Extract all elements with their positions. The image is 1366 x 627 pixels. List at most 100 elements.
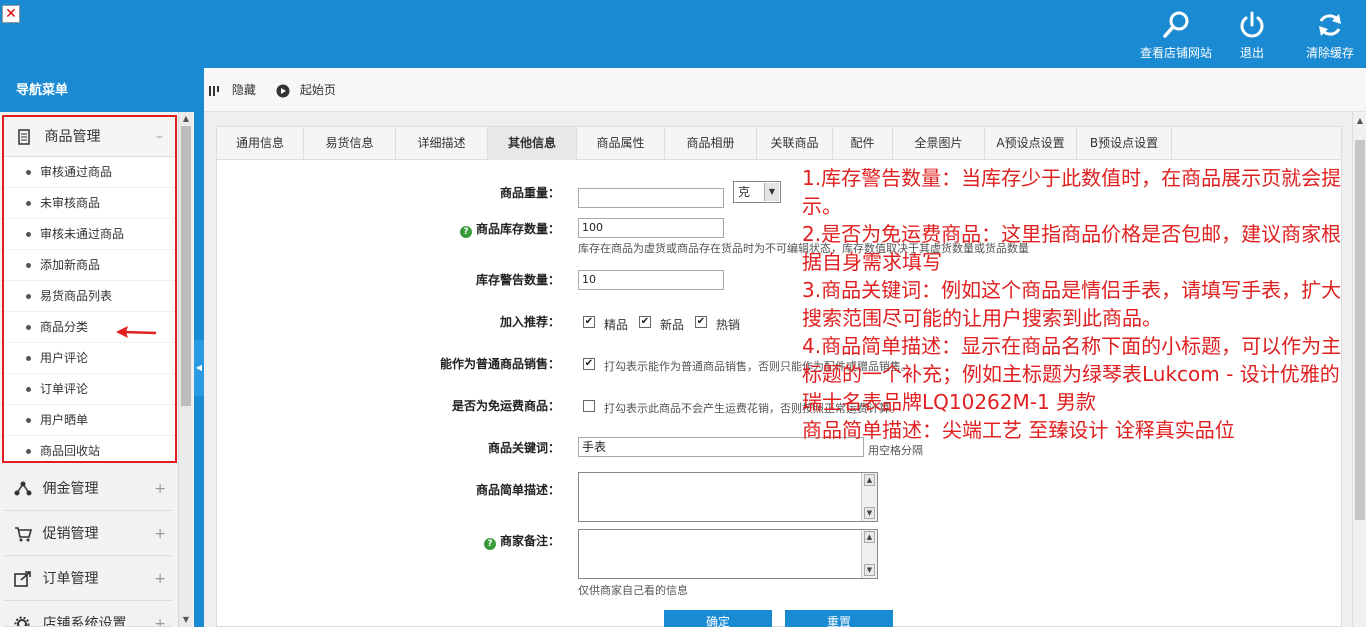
keywords-label: 商品关键词： (487, 441, 560, 455)
sidebar: 导航菜单 商品管理 – 审核通过商品 未审核商品 审核未通过商品 添加新商品 易… (0, 68, 194, 627)
brief-label: 商品简单描述： (475, 483, 560, 497)
scroll-thumb[interactable] (181, 126, 191, 406)
sidebar-item-order-reviews[interactable]: 订单评论 (4, 374, 175, 405)
annotation-overlay: 1.库存警告数量：当库存少于此数值时，在商品展示页就会提示。 2.是否为免运费商… (802, 164, 1348, 444)
nav-group-product: 商品管理 – 审核通过商品 未审核商品 审核未通过商品 添加新商品 易货商品列表… (2, 115, 177, 463)
tab-accessories[interactable]: 配件 (833, 127, 893, 160)
home-label: 起始页 (299, 83, 336, 97)
sidebar-item-user-reviews[interactable]: 用户评论 (4, 343, 175, 374)
home-button[interactable]: 起始页 (276, 81, 336, 98)
hide-button[interactable]: 隐藏 (208, 81, 256, 98)
group-label: 商品管理 (44, 129, 101, 145)
scroll-down-arrow[interactable]: ▼ (864, 564, 875, 576)
expand-toggle[interactable]: + (154, 557, 166, 601)
sidebar-item-rejected[interactable]: 审核未通过商品 (4, 219, 175, 250)
group-commission[interactable]: 佣金管理 + (4, 467, 172, 511)
hide-label: 隐藏 (231, 83, 256, 97)
sidebar-item-recycle-bin[interactable]: 商品回收站 (4, 436, 175, 467)
tab-attributes[interactable]: 商品属性 (577, 127, 665, 160)
content-toolbar: 隐藏 起始页 (204, 68, 1366, 112)
clear-cache-label: 清除缓存 (1305, 46, 1354, 60)
logout-button[interactable]: 退出 (1232, 10, 1272, 61)
tab-panorama[interactable]: 全景图片 (893, 127, 985, 160)
play-circle-icon (276, 84, 290, 97)
group-shop-settings[interactable]: 店铺系统设置 + (4, 602, 172, 627)
sidebar-scrollbar[interactable]: ▲ ▼ (178, 112, 192, 627)
keywords-hint: 用空格分隔 (868, 444, 923, 457)
recommend-new-label: 新品 (660, 318, 685, 332)
tab-barter[interactable]: 易货信息 (304, 127, 396, 160)
reset-button[interactable]: 重置 (785, 610, 893, 627)
brief-textarea[interactable]: ▲ ▼ (578, 472, 878, 522)
refresh-icon (1319, 14, 1341, 36)
tab-general[interactable]: 通用信息 (217, 127, 304, 160)
weight-unit-select[interactable]: 克 ▼ (733, 181, 781, 203)
expand-toggle[interactable]: + (154, 602, 166, 626)
textarea-scrollbar[interactable]: ▲ ▼ (861, 530, 877, 578)
recommend-label: 加入推荐： (499, 315, 560, 329)
textarea-scrollbar[interactable]: ▲ ▼ (861, 473, 877, 521)
expand-toggle[interactable]: + (154, 512, 166, 556)
logout-label: 退出 (1239, 46, 1264, 60)
free-shipping-checkbox[interactable] (583, 400, 595, 412)
group-label: 订单管理 (42, 571, 99, 587)
group-orders[interactable]: 订单管理 + (4, 557, 172, 601)
sidebar-item-barter-list[interactable]: 易货商品列表 (4, 281, 175, 312)
collapse-toggle[interactable]: – (156, 117, 163, 157)
collapse-arrow-icon[interactable]: ◀ (194, 340, 204, 396)
group-head-product[interactable]: 商品管理 – (4, 117, 175, 157)
recommend-hot-label: 热销 (716, 318, 741, 332)
recommend-best-label: 精品 (604, 318, 629, 332)
sidebar-collapse-strip: ◀ (194, 68, 204, 627)
annotation-line: 2.是否为免运费商品：这里指商品价格是否包邮，建议商家根据自身需求填写 (802, 222, 1342, 274)
scroll-up-arrow[interactable]: ▲ (1355, 116, 1365, 126)
tab-description[interactable]: 详细描述 (396, 127, 488, 160)
recommend-best-checkbox[interactable]: ✔ (583, 316, 595, 328)
scroll-down-arrow[interactable]: ▼ (181, 615, 191, 625)
sidebar-item-approved[interactable]: 审核通过商品 (4, 157, 175, 188)
stock-input[interactable]: 100 (578, 218, 724, 238)
scroll-thumb[interactable] (1355, 140, 1365, 520)
sidebar-item-unreviewed[interactable]: 未审核商品 (4, 188, 175, 219)
tab-related[interactable]: 关联商品 (757, 127, 833, 160)
document-icon (18, 129, 30, 145)
group-promotion[interactable]: 促销管理 + (4, 512, 172, 556)
merchant-note-textarea[interactable]: ▲ ▼ (578, 529, 878, 579)
help-icon[interactable]: ? (483, 538, 496, 550)
group-label: 佣金管理 (42, 481, 99, 497)
stock-warning-input[interactable]: 10 (578, 270, 724, 290)
merchant-note-label-text: 商家备注： (499, 534, 560, 548)
group-label: 店铺系统设置 (42, 616, 127, 627)
sidebar-item-user-showcase[interactable]: 用户晒单 (4, 405, 175, 436)
sidebar-item-add-product[interactable]: 添加新商品 (4, 250, 175, 281)
external-link-icon (14, 571, 31, 587)
tab-other[interactable]: 其他信息 (488, 127, 577, 160)
help-icon[interactable]: ? (459, 226, 472, 238)
merchant-note-label: ? 商家备注： (483, 532, 560, 550)
scroll-down-arrow[interactable]: ▼ (864, 507, 875, 519)
scroll-up-arrow[interactable]: ▲ (181, 114, 191, 124)
stock-label: ? 商品库存数量： (459, 220, 560, 238)
weight-input[interactable] (578, 188, 724, 208)
normal-sale-checkbox[interactable]: ✔ (583, 358, 595, 370)
expand-toggle[interactable]: + (154, 467, 166, 511)
recommend-new-checkbox[interactable]: ✔ (639, 316, 651, 328)
main-scrollbar[interactable]: ▲ (1352, 112, 1366, 627)
annotation-line: 3.商品关键词：例如这个商品是情侣手表，请填写手表，扩大搜索范围尽可能的让用户搜… (802, 278, 1342, 330)
merchant-note-hint: 仅供商家自己看的信息 (578, 584, 688, 597)
annotation-line: 商品简单描述：尖端工艺 至臻设计 诠释真实品位 (802, 418, 1235, 442)
weight-label: 商品重量： (499, 186, 560, 200)
tab-preset-a[interactable]: A预设点设置 (985, 127, 1077, 160)
annotation-line: 1.库存警告数量：当库存少于此数值时，在商品展示页就会提示。 (802, 166, 1342, 218)
close-icon[interactable]: ✕ (2, 5, 20, 23)
nav-title: 导航菜单 (0, 68, 194, 112)
scroll-up-arrow[interactable]: ▲ (864, 474, 875, 486)
tab-preset-b[interactable]: B预设点设置 (1077, 127, 1172, 160)
clear-cache-button[interactable]: 清除缓存 (1300, 10, 1360, 61)
confirm-button[interactable]: 确定 (664, 610, 772, 627)
view-shop-button[interactable]: 查看店铺网站 (1138, 10, 1214, 61)
stock-label-text: 商品库存数量： (475, 222, 560, 236)
recommend-hot-checkbox[interactable]: ✔ (695, 316, 707, 328)
scroll-up-arrow[interactable]: ▲ (864, 531, 875, 543)
tab-gallery[interactable]: 商品相册 (665, 127, 757, 160)
